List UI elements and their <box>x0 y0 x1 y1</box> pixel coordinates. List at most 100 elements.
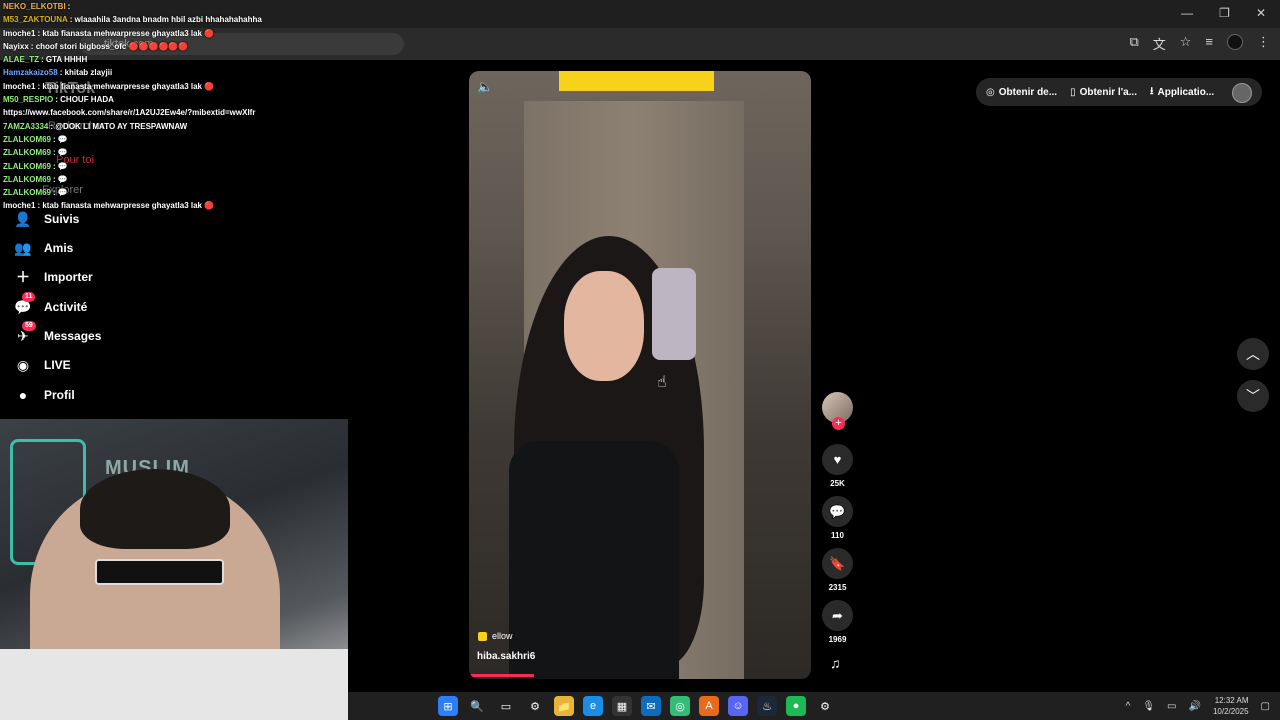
chat-username[interactable]: Hamzakaizo58 <box>3 68 58 77</box>
chat-username[interactable]: ZLALKOM69 <box>3 175 51 184</box>
chat-text: GTA HHHH <box>45 55 88 65</box>
get-coins-label: Obtenir de... <box>998 86 1058 98</box>
chevron-down-icon: ﹀ <box>1246 388 1260 404</box>
mic-icon[interactable]: 🎙 <box>1142 701 1155 712</box>
chat-text: 💬 <box>57 161 68 171</box>
start-icon[interactable]: ⊞ <box>438 696 458 716</box>
sidebar-item-amis[interactable]: 👥 Amis <box>14 235 73 261</box>
chat-text: ktab fianasta mehwarpresse ghayatla3 lak… <box>42 81 215 91</box>
notification-icon[interactable]: ▢ <box>1261 701 1270 712</box>
top-actions-bar: ◎ Obtenir de... ▯ Obtenir l'a... ⭳ Applicat… <box>976 78 1262 106</box>
chat-username[interactable]: ZLALKOM69 <box>3 135 51 144</box>
previous-video-button[interactable]: ︿ <box>1237 338 1269 370</box>
chat-username[interactable]: lmoche1 <box>3 29 35 38</box>
monitor-icon[interactable]: ▭ <box>1167 701 1176 712</box>
close-icon[interactable]: ✕ <box>1256 6 1266 20</box>
suivis-icon: 👤 <box>14 210 32 227</box>
chat-text: https://www.facebook.com/share/r/1A2UJ2E… <box>3 108 256 118</box>
download-icon: ⭳ <box>1149 85 1154 97</box>
chat-username[interactable]: ALAE_TZ <box>3 55 39 64</box>
address-bar-icons: ⧉ 文 ☆ ≡ ⋮ <box>1129 34 1270 53</box>
edge-icon[interactable]: e <box>583 696 603 716</box>
save-button[interactable]: 🔖 <box>822 548 853 579</box>
translate-icon[interactable]: 文 <box>1153 34 1166 53</box>
sidebar-item-label: Importer <box>44 270 93 284</box>
stream-chat: NEKO_ELKOTBI: M53_ZAKTOUNA: wlaaahila 3a… <box>0 0 275 210</box>
app-a-icon[interactable]: A <box>699 696 719 716</box>
share-button[interactable]: ➦ <box>822 600 853 631</box>
chat-username[interactable]: lmoche1 <box>3 82 35 91</box>
sidebar-item-importer[interactable]: ＋ Importer <box>14 264 93 290</box>
sidebar-item-live[interactable]: ◉ LIVE <box>14 352 71 378</box>
sound-tag-label: ellow <box>492 631 513 641</box>
cast-icon[interactable]: ⧉ <box>1129 34 1138 53</box>
install-app-button[interactable]: ⭳ Applicatio... <box>1150 84 1214 101</box>
follow-plus-icon[interactable]: + <box>832 417 845 430</box>
chat-text: ktab fianasta mehwarpresse ghayatla3 lak… <box>42 28 215 38</box>
video-progress-bar[interactable] <box>469 674 534 677</box>
file-explorer-icon[interactable]: 📁 <box>554 696 574 716</box>
chat-username[interactable]: 7AMZA3334 <box>3 122 48 131</box>
save-count: 2315 <box>828 583 847 592</box>
webcam-feed: MUSLIM <box>0 419 348 720</box>
chevron-up-icon: ︿ <box>1246 346 1260 362</box>
maximize-icon[interactable]: ❐ <box>1219 6 1230 20</box>
task-view-icon[interactable]: ▭ <box>496 696 516 716</box>
chat-text: 💬 <box>57 174 68 184</box>
chat-username[interactable]: M53_ZAKTOUNA <box>3 15 68 24</box>
sidebar-item-messages[interactable]: ✈ 59 Messages <box>14 321 102 349</box>
settings-2-icon[interactable]: ⚙ <box>815 696 835 716</box>
chevron-up-icon[interactable]: ^ <box>1126 701 1131 712</box>
sound-tag[interactable]: ellow <box>478 631 513 641</box>
chat-username[interactable]: ZLALKOM69 <box>3 148 51 157</box>
comment-icon: 💬 <box>829 503 846 519</box>
chat-message: lmoche1: ktab fianasta mehwarpresse ghay… <box>0 80 275 93</box>
chat-message: Hamzakaizo58: khitab zlayjii <box>0 66 275 79</box>
video-subject-dress <box>509 441 679 679</box>
chat-username[interactable]: ZLALKOM69 <box>3 188 51 197</box>
music-disc-icon[interactable]: ♫ <box>830 655 841 671</box>
sidebar-item-label: Suivis <box>44 212 80 226</box>
store-icon[interactable]: ▦ <box>612 696 632 716</box>
sidebar-item-activité[interactable]: 💬 11 Activité <box>14 292 87 320</box>
sidebar-item-suivis[interactable]: 👤 Suivis <box>14 206 79 232</box>
minimize-icon[interactable]: — <box>1181 6 1193 20</box>
chat-text: @DOK LI MATO AY TRESPAWNAW <box>55 121 188 131</box>
speaker-icon[interactable]: 🔊 <box>1189 701 1201 712</box>
video-box <box>559 71 714 91</box>
get-coins-button[interactable]: ◎ Obtenir de... <box>986 87 1057 98</box>
search-icon[interactable]: 🔍 <box>467 696 487 716</box>
user-avatar[interactable] <box>1232 83 1252 103</box>
chat-username[interactable]: M50_RESPIO <box>3 95 53 104</box>
menu-icon[interactable]: ⋮ <box>1257 34 1270 53</box>
like-button[interactable]: ♥ <box>822 444 853 475</box>
coin-icon: ◎ <box>986 86 995 98</box>
chat-message: ZLALKOM69: 💬 <box>0 146 275 159</box>
star-icon[interactable]: ☆ <box>1180 34 1192 53</box>
get-app-button[interactable]: ▯ Obtenir l'a... <box>1070 87 1137 98</box>
discord-icon[interactable]: ☺ <box>728 696 748 716</box>
profile-avatar[interactable] <box>1227 34 1243 50</box>
volume-icon[interactable]: 🔈 <box>477 79 493 95</box>
streamer-shirt <box>0 649 348 720</box>
video-username[interactable]: hiba.sakhri6 <box>477 651 535 662</box>
settings-icon[interactable]: ⚙ <box>525 696 545 716</box>
playlist-icon[interactable]: ≡ <box>1205 34 1213 53</box>
outlook-icon[interactable]: ✉ <box>641 696 661 716</box>
taskbar: ⊞ 🔍 ▭ ⚙ 📁 e ▦ ✉ ◎ A ☺ ♨ ● ⚙ ^ 🎙 ▭ 🔊 12:32 AM 10/2/202… <box>348 692 1280 720</box>
sidebar-item-label: Messages <box>44 329 102 343</box>
comment-button[interactable]: 💬 <box>822 496 853 527</box>
clock[interactable]: 12:32 AM 10/2/2025 <box>1213 695 1249 717</box>
chrome-icon[interactable]: ◎ <box>670 696 690 716</box>
chat-username[interactable]: ZLALKOM69 <box>3 162 51 171</box>
chat-text: 💬 <box>57 148 68 158</box>
video-player[interactable]: 🔈 ellow hiba.sakhri6 <box>469 71 811 679</box>
spotify-icon[interactable]: ● <box>786 696 806 716</box>
steam-icon[interactable]: ♨ <box>757 696 777 716</box>
chat-username[interactable]: NEKO_ELKOTBI <box>3 2 66 11</box>
next-video-button[interactable]: ﹀ <box>1237 380 1269 412</box>
phone-icon: ▯ <box>1070 86 1076 98</box>
share-icon: ➦ <box>832 607 843 623</box>
sidebar-item-profil[interactable]: ● Profil <box>14 382 75 408</box>
chat-username[interactable]: Nayixx <box>3 42 29 51</box>
